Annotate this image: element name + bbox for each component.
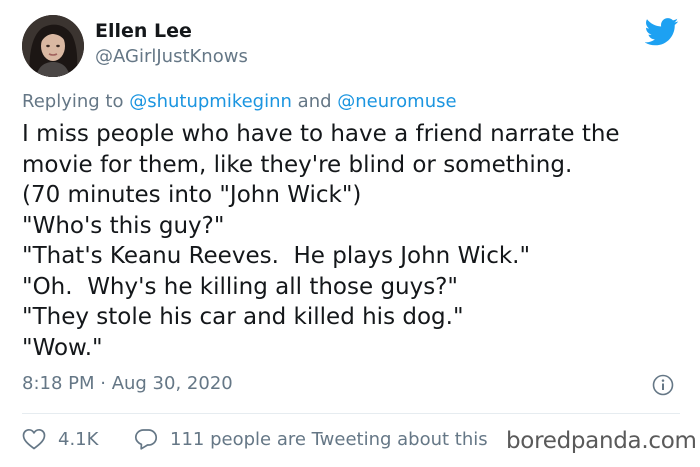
- twitter-bird-icon[interactable]: [645, 18, 679, 46]
- reply-bubble-icon: [134, 429, 158, 450]
- tweeting-about-text: 111 people are Tweeting about this: [170, 428, 488, 450]
- tweet-line: "Oh. Why's he killing all those guys?": [22, 273, 459, 300]
- avatar-image: [22, 15, 84, 77]
- replying-to-line: Replying to @shutupmikeginn and @neuromu…: [22, 91, 457, 112]
- heart-icon: [22, 428, 46, 450]
- divider: [22, 413, 680, 414]
- tweet-line: "That's Keanu Reeves. He plays John Wick…: [22, 243, 531, 269]
- tweet-line: "Wow.": [22, 334, 103, 361]
- tweet-line: I miss people who have to have a friend …: [22, 121, 620, 147]
- like-count: 4.1K: [58, 428, 99, 450]
- replying-to-joiner: and: [291, 91, 338, 112]
- tweet-text: I miss people who have to have a friend …: [22, 119, 682, 363]
- tweet-line: movie for them, like they're blind or so…: [22, 151, 573, 178]
- tweet-line: (70 minutes into "John Wick"): [22, 182, 362, 208]
- info-icon[interactable]: [652, 374, 674, 396]
- like-button[interactable]: 4.1K: [22, 428, 98, 450]
- tweet-timestamp[interactable]: 8:18 PM · Aug 30, 2020: [22, 373, 233, 394]
- tweeting-about-link[interactable]: 111 people are Tweeting about this: [134, 428, 488, 450]
- tweet-line: "Who's this guy?": [22, 212, 225, 239]
- user-handle[interactable]: @AGirlJustKnows: [95, 46, 248, 67]
- mention-link-shutupmikeginn[interactable]: @shutupmikeginn: [129, 91, 292, 112]
- mention-link-neuromuse[interactable]: @neuromuse: [337, 91, 456, 112]
- display-name[interactable]: Ellen Lee: [95, 20, 192, 42]
- boredpanda-watermark: boredpanda.com: [506, 428, 697, 454]
- replying-to-label: Replying to: [22, 91, 130, 112]
- tweet-line: "They stole his car and killed his dog.": [22, 304, 464, 330]
- avatar[interactable]: [22, 15, 84, 77]
